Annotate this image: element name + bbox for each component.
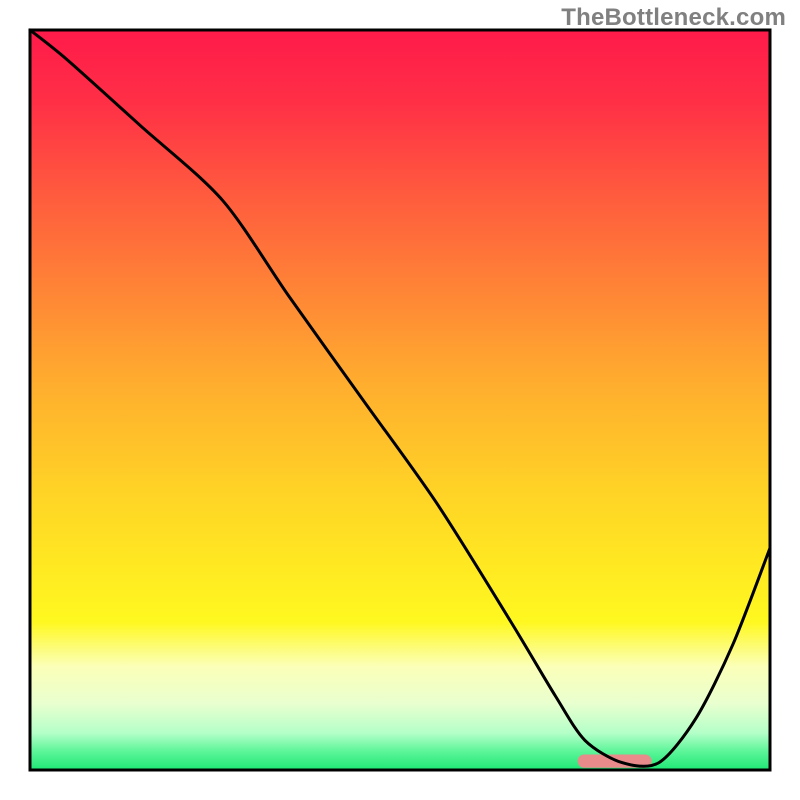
watermark-label: TheBottleneck.com (561, 4, 786, 32)
bottleneck-chart (0, 0, 800, 800)
chart-frame: TheBottleneck.com (0, 0, 800, 800)
plot-background (30, 30, 770, 770)
